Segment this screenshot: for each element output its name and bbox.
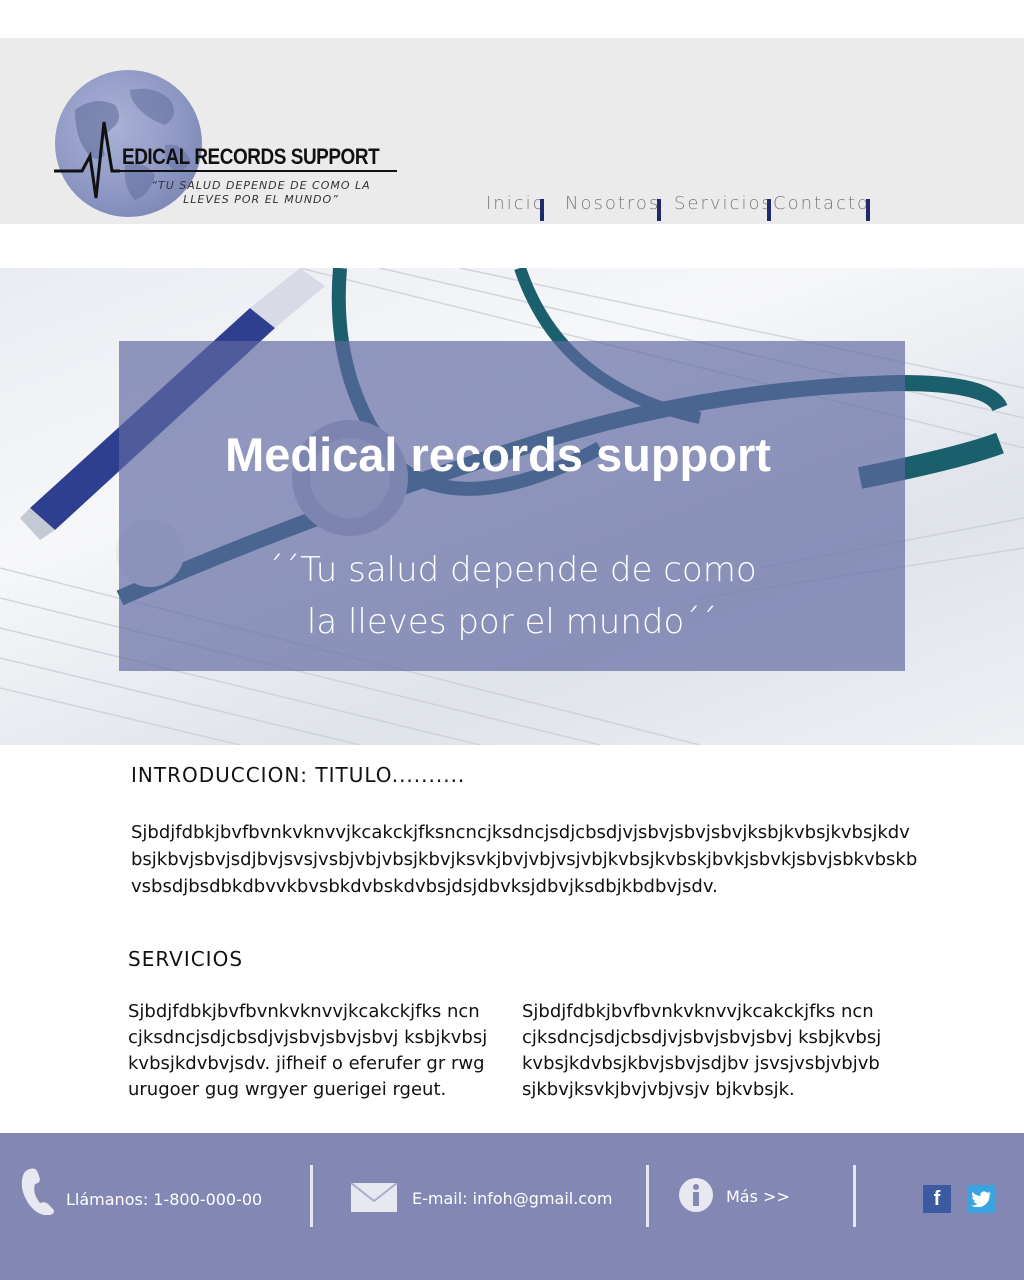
- mail-icon: [351, 1183, 397, 1212]
- services-column-right: Sjbdjfdbkjbvfbvnkvknvvjkcakckjfks ncncjk…: [522, 1001, 882, 1100]
- nav-item-servicios[interactable]: Servicios: [674, 193, 773, 214]
- footer-phone-link[interactable]: Llámanos: 1-800-000-00: [66, 1190, 262, 1209]
- footer-more-link[interactable]: Más >>: [726, 1187, 790, 1206]
- info-icon[interactable]: [678, 1177, 714, 1213]
- intro-paragraph: Sjbdjfdbkjbvfbvnkvknvvjkcakckjfksncncjks…: [131, 822, 918, 897]
- site-header: EDICAL RECORDS SUPPORT “TU SALUD DEPENDE…: [0, 38, 1024, 224]
- footer-separator: [310, 1165, 313, 1227]
- intro-heading: INTRODUCCION: TITULO..........: [131, 763, 466, 787]
- nav-separator: [767, 199, 771, 221]
- hero-banner: Medical records support ´´Tu salud depen…: [0, 268, 1024, 745]
- nav-item-inicio[interactable]: Inicio: [486, 193, 546, 214]
- phone-icon: [21, 1168, 54, 1215]
- nav-separator: [540, 199, 544, 221]
- nav-separator: [657, 199, 661, 221]
- twitter-icon[interactable]: [967, 1185, 995, 1213]
- hero-quote: ´´Tu salud depende de como la lleves por…: [267, 550, 757, 642]
- facebook-icon[interactable]: f: [923, 1185, 951, 1213]
- services-column-left: Sjbdjfdbkjbvfbvnkvknvvjkcakckjfks ncncjk…: [128, 1001, 488, 1100]
- footer-email-link[interactable]: E-mail: infoh@gmail.com: [412, 1189, 612, 1208]
- site-footer: Llámanos: 1-800-000-00 E-mail: infoh@gma…: [0, 1133, 1024, 1280]
- site-logo[interactable]: EDICAL RECORDS SUPPORT “TU SALUD DEPENDE…: [54, 70, 404, 220]
- hero-overlay-box: Medical records support ´´Tu salud depen…: [119, 341, 905, 671]
- logo-title: EDICAL RECORDS SUPPORT: [122, 144, 380, 169]
- logo-tagline: “TU SALUD DEPENDE DE COMO LA LLEVES POR …: [151, 179, 371, 206]
- nav-separator: [866, 199, 870, 221]
- nav-item-nosotros[interactable]: Nosotros: [565, 193, 660, 214]
- services-heading: SERVICIOS: [128, 947, 244, 971]
- footer-separator: [853, 1165, 856, 1227]
- nav-item-contacto[interactable]: Contacto: [773, 193, 870, 214]
- footer-separator: [646, 1165, 649, 1227]
- hero-title: Medical records support: [225, 428, 771, 481]
